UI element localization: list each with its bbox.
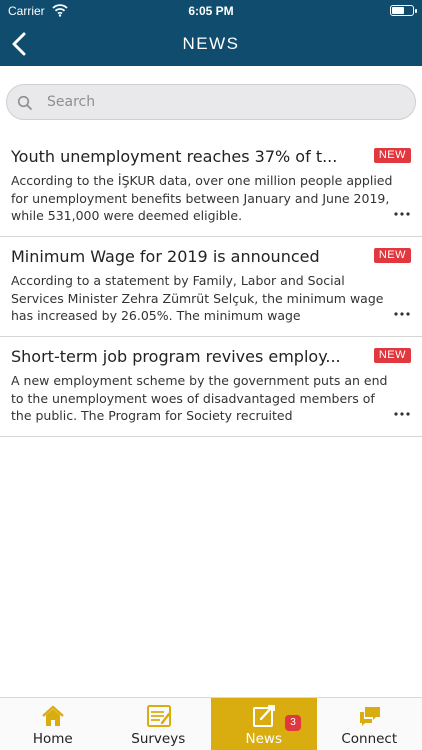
search-input[interactable] bbox=[47, 89, 407, 115]
status-bar: Carrier 6:05 PM bbox=[0, 0, 422, 22]
home-icon bbox=[42, 705, 64, 726]
news-title: Youth unemployment reaches 37% of t... bbox=[11, 147, 338, 166]
new-badge: NEW bbox=[373, 248, 411, 263]
news-count-badge: 3 bbox=[285, 715, 301, 731]
tab-surveys[interactable]: Surveys bbox=[106, 698, 212, 750]
app-root: Carrier 6:05 PM NEWS Youth unempl bbox=[0, 0, 422, 750]
tab-news[interactable]: 3 News bbox=[211, 698, 317, 750]
news-icon bbox=[253, 705, 275, 727]
news-title: Short-term job program revives employ... bbox=[11, 347, 341, 366]
search-icon bbox=[17, 95, 32, 110]
news-item[interactable]: Minimum Wage for 2019 is announced NEW A… bbox=[0, 237, 422, 337]
news-item[interactable]: Youth unemployment reaches 37% of t... N… bbox=[0, 137, 422, 237]
news-title: Minimum Wage for 2019 is announced bbox=[11, 247, 320, 266]
more-options-icon[interactable] bbox=[393, 205, 411, 223]
survey-icon bbox=[146, 705, 171, 727]
tab-connect[interactable]: Connect bbox=[317, 698, 422, 750]
news-description: A new employment scheme by the governmen… bbox=[11, 373, 388, 423]
tab-bar: Home Surveys 3 News Connect bbox=[0, 697, 422, 750]
header: Carrier 6:05 PM NEWS bbox=[0, 0, 422, 66]
battery-icon bbox=[390, 5, 417, 16]
page-title: NEWS bbox=[182, 34, 240, 53]
new-badge: NEW bbox=[373, 348, 411, 363]
new-badge: NEW bbox=[373, 148, 411, 163]
tab-home[interactable]: Home bbox=[0, 698, 106, 750]
news-item[interactable]: Short-term job program revives employ...… bbox=[0, 337, 422, 437]
tab-label: News bbox=[245, 731, 282, 747]
news-list: Youth unemployment reaches 37% of t... N… bbox=[0, 137, 422, 437]
tab-label: Surveys bbox=[131, 731, 186, 747]
more-options-icon[interactable] bbox=[393, 405, 411, 423]
status-time: 6:05 PM bbox=[188, 4, 234, 18]
search-bar[interactable] bbox=[6, 84, 416, 120]
tab-label: Connect bbox=[341, 731, 398, 747]
news-description: According to the İŞKUR data, over one mi… bbox=[11, 173, 393, 223]
chat-icon bbox=[359, 707, 380, 726]
tab-label: Home bbox=[32, 731, 73, 747]
nav-bar: NEWS bbox=[0, 22, 422, 66]
news-description: According to a statement by Family, Labo… bbox=[11, 273, 384, 323]
more-options-icon[interactable] bbox=[393, 305, 411, 323]
